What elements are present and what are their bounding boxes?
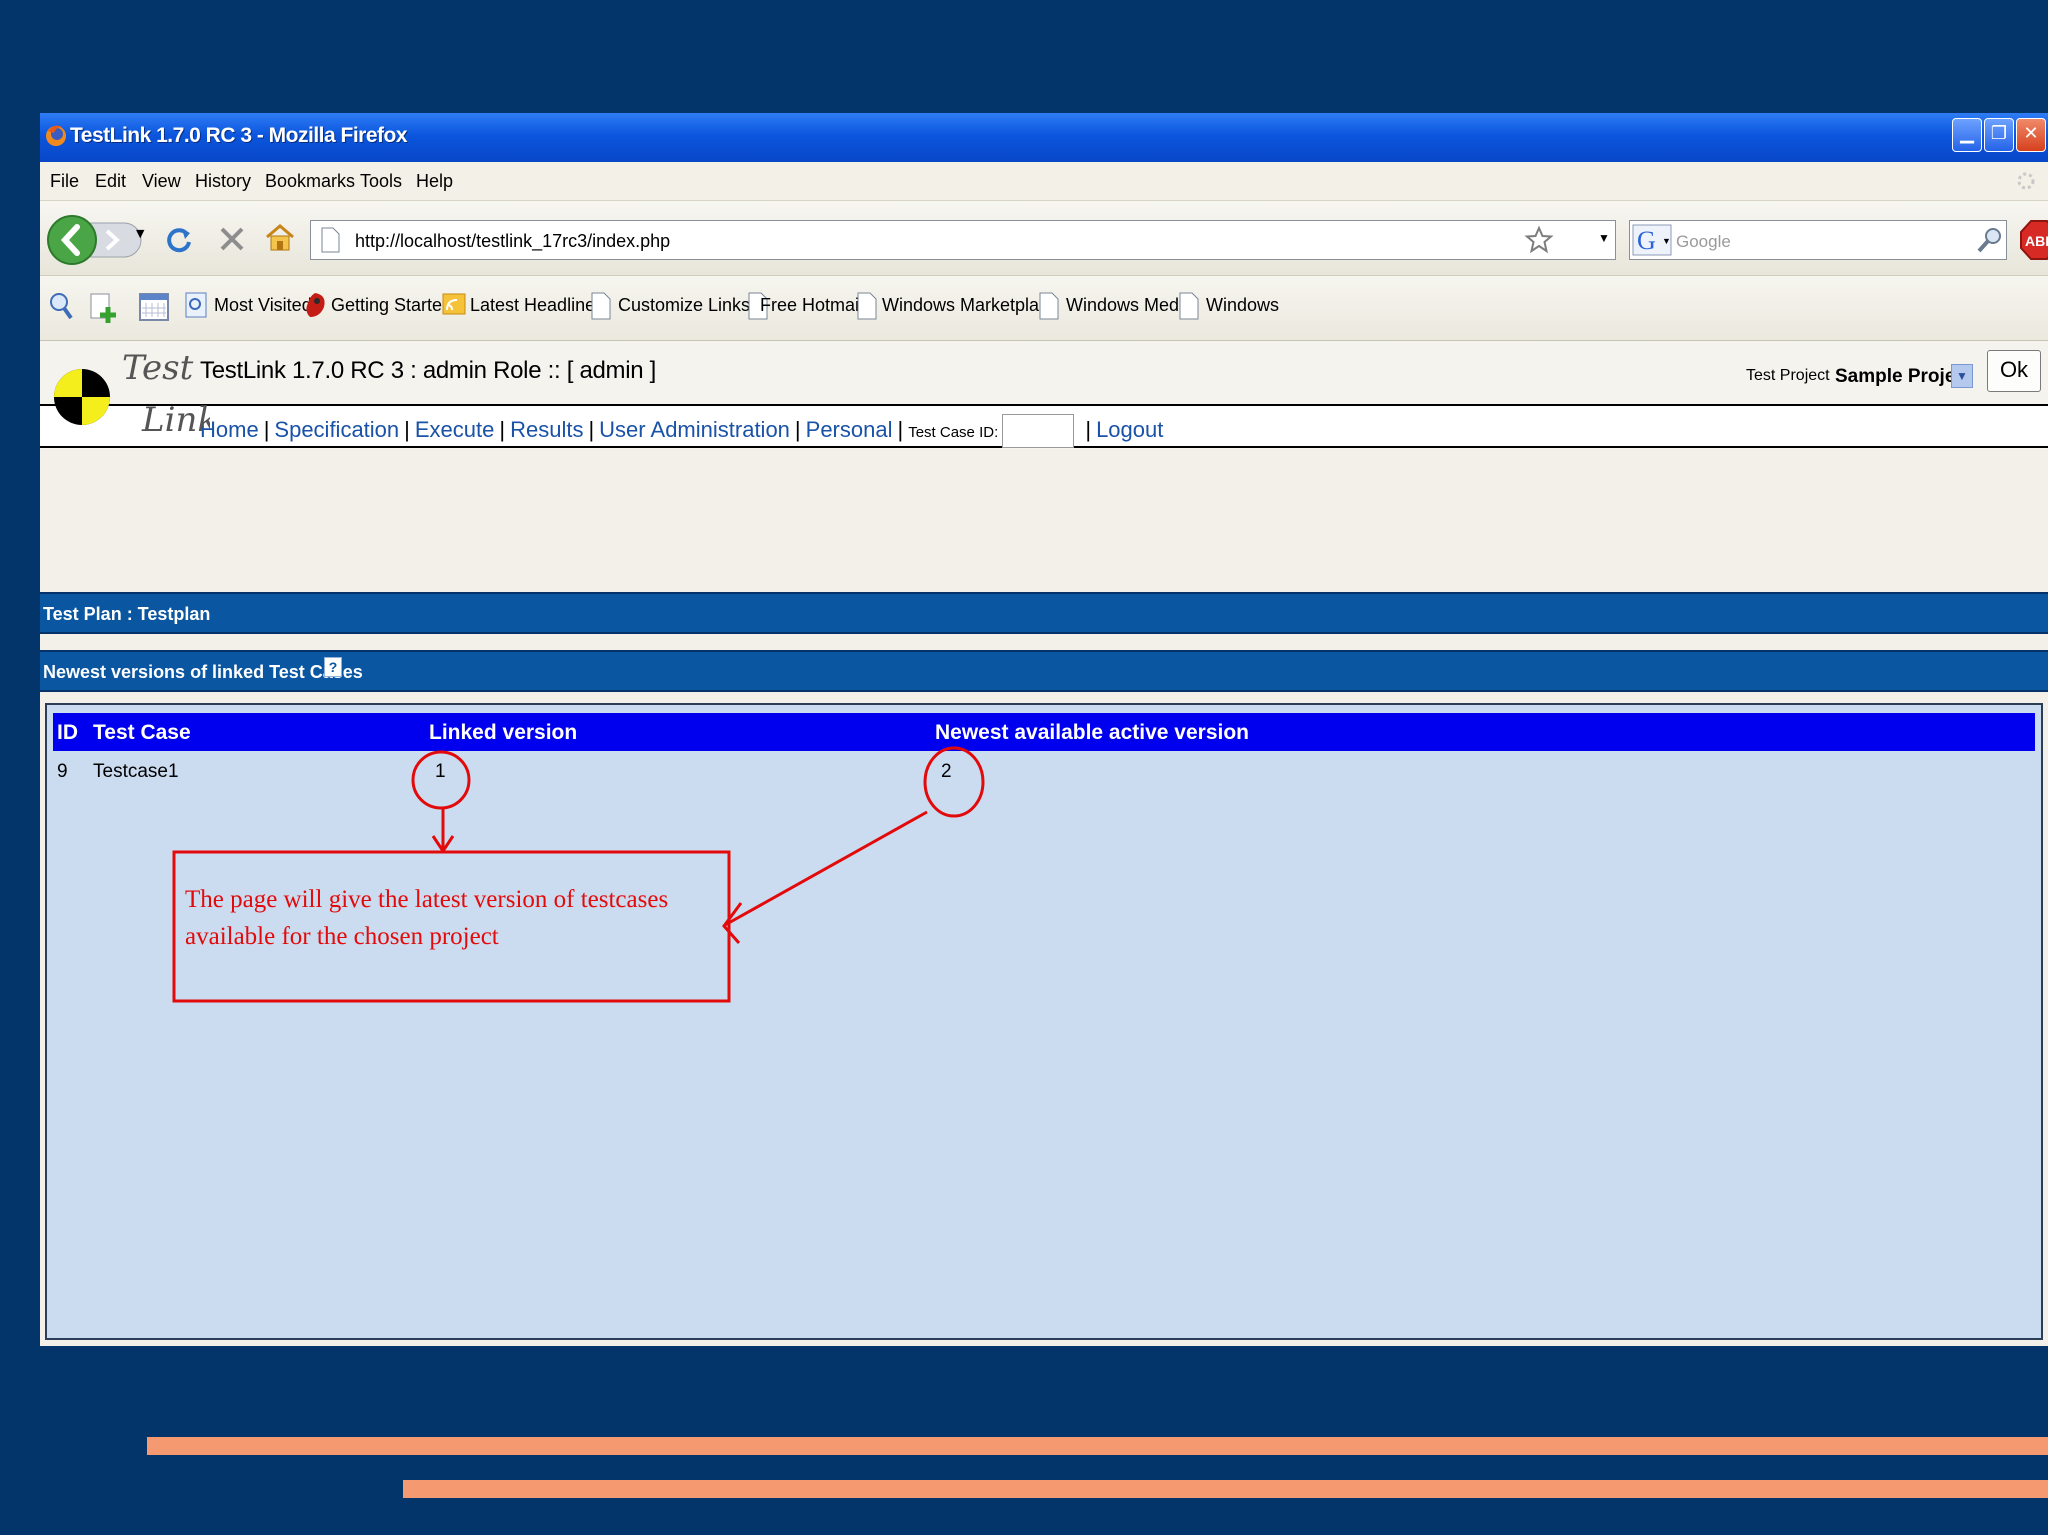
menu-bar: File Edit View History Bookmarks Tools H…: [40, 162, 2048, 201]
menu-history[interactable]: History: [195, 171, 251, 192]
page-content: Home | Specification | Execute | Results | User …: [40, 341, 2048, 1346]
bookmark-getting-started[interactable]: Getting Started: [331, 295, 452, 316]
minimize-button[interactable]: ▁: [1952, 118, 1982, 152]
menu-tools[interactable]: Tools: [360, 171, 402, 192]
svg-text:G: G: [1637, 226, 1656, 255]
google-icon[interactable]: G ▼: [1632, 224, 1672, 256]
most-visited-icon: [185, 292, 207, 318]
chevron-down-icon[interactable]: ▼: [1951, 364, 1973, 388]
browser-window: TestLink 1.7.0 RC 3 - Mozilla Firefox ▁ …: [40, 113, 2048, 1346]
menu-help[interactable]: Help: [416, 171, 453, 192]
search-box[interactable]: G ▼ Google: [1629, 220, 2007, 260]
bookmark-most-visited[interactable]: Most Visited: [214, 295, 312, 316]
bookmark-windows-media[interactable]: Windows Media: [1066, 295, 1193, 316]
back-forward-group: [47, 215, 142, 265]
testlink-title: TestLink 1.7.0 RC 3 : admin Role :: [ ad…: [200, 357, 657, 384]
page-icon: [1039, 292, 1059, 320]
url-text[interactable]: http://localhost/testlink_17rc3/index.ph…: [355, 231, 670, 252]
title-bar[interactable]: TestLink 1.7.0 RC 3 - Mozilla Firefox ▁ …: [40, 113, 2048, 162]
page-icon: [1179, 292, 1199, 320]
nav-results[interactable]: Results: [510, 417, 583, 442]
nav-user-administration[interactable]: User Administration: [599, 417, 790, 442]
test-project-label: Test Project: [1746, 367, 1830, 384]
menu-file[interactable]: File: [50, 171, 79, 192]
results-panel: ID Test Case Linked version Newest avail…: [45, 703, 2043, 1340]
home-icon[interactable]: [264, 222, 296, 254]
bookmarks-toolbar: Most Visited Getting Started Latest Head…: [40, 276, 2048, 341]
url-dropdown-icon[interactable]: ▼: [1598, 231, 1610, 245]
annotation-arrow-diagonal: [722, 810, 928, 944]
annotation-overlay: [172, 746, 985, 1003]
logo-text-link: Link: [141, 400, 210, 440]
nav-personal[interactable]: Personal: [806, 417, 893, 442]
testlink-main-menu: Home | Specification | Execute | Results | User …: [40, 404, 2048, 448]
window-title: TestLink 1.7.0 RC 3 - Mozilla Firefox: [70, 124, 408, 147]
reload-icon[interactable]: [164, 225, 194, 255]
svg-text:▼: ▼: [1662, 236, 1671, 246]
history-dropdown-icon[interactable]: ▼: [136, 227, 144, 240]
bookmark-windows-marketplace[interactable]: Windows Marketplace: [882, 295, 1058, 316]
search-icon[interactable]: [1976, 226, 2004, 254]
menu-view[interactable]: View: [142, 171, 181, 192]
slide-accent-bar-bottom: [403, 1480, 2048, 1498]
test-case-id-input[interactable]: [1002, 414, 1075, 448]
bookmark-windows[interactable]: Windows: [1206, 295, 1279, 316]
testlink-header: Home | Specification | Execute | Results | User …: [40, 341, 2048, 449]
page-icon: [857, 292, 877, 320]
test-case-id-label: Test Case ID:: [908, 423, 999, 441]
page-icon: [321, 227, 340, 253]
bookmark-customize-links[interactable]: Customize Links: [618, 295, 750, 316]
bookmark-free-hotmail[interactable]: Free Hotmail: [760, 295, 863, 316]
test-plan-label: Test Plan : Testplan: [43, 604, 211, 624]
adblock-icon[interactable]: ABP: [2020, 219, 2048, 261]
menu-bookmarks[interactable]: Bookmarks: [265, 171, 355, 192]
section-title: Newest versions of linked Test Cases: [43, 662, 363, 682]
callout-line-2: available for the chosen project: [185, 923, 499, 950]
ok-button[interactable]: Ok: [1987, 350, 2041, 392]
page-icon: [591, 292, 611, 320]
callout-line-1: The page will give the latest version of…: [185, 886, 669, 913]
search-placeholder[interactable]: Google: [1676, 232, 1731, 252]
getting-started-icon: [306, 293, 325, 317]
help-icon[interactable]: ?: [324, 657, 342, 677]
test-project-select[interactable]: Sample Project ▼: [1835, 358, 1985, 394]
bookmark-star-icon[interactable]: [1524, 225, 1554, 255]
annotation-circle-newest: [923, 746, 985, 818]
annotation-circle-linked: [411, 750, 471, 810]
testlink-logo: Test Link: [54, 349, 210, 440]
close-window-button[interactable]: ✕: [2016, 118, 2046, 152]
slide-accent-bar-top: [147, 1437, 2048, 1455]
nav-execute[interactable]: Execute: [415, 417, 495, 442]
rss-feed-icon: [442, 293, 466, 315]
test-plan-bar: Test Plan : Testplan: [40, 592, 2048, 634]
back-icon[interactable]: [47, 215, 97, 265]
calendar-icon[interactable]: [138, 291, 170, 323]
menu-edit[interactable]: Edit: [95, 171, 126, 192]
firefox-icon: [46, 125, 66, 146]
nav-specification[interactable]: Specification: [274, 417, 399, 442]
logo-text-test: Test: [122, 349, 194, 388]
address-bar[interactable]: http://localhost/testlink_17rc3/index.ph…: [310, 220, 1616, 260]
nav-logout[interactable]: Logout: [1096, 417, 1163, 442]
section-header: Newest versions of linked Test Cases ?: [40, 650, 2048, 692]
bookmark-latest-headlines[interactable]: Latest Headlines: [470, 295, 604, 316]
throbber-icon: [2017, 172, 2035, 190]
add-bookmark-icon[interactable]: [88, 291, 120, 325]
bookmark-search-icon[interactable]: [48, 291, 74, 321]
stop-icon[interactable]: [218, 225, 246, 253]
restore-button[interactable]: ❐: [1984, 118, 2014, 152]
annotation-callout-text: The page will give the latest version of…: [185, 881, 725, 955]
svg-text:ABP: ABP: [2025, 233, 2048, 249]
annotation-arrow-down: [431, 809, 455, 854]
